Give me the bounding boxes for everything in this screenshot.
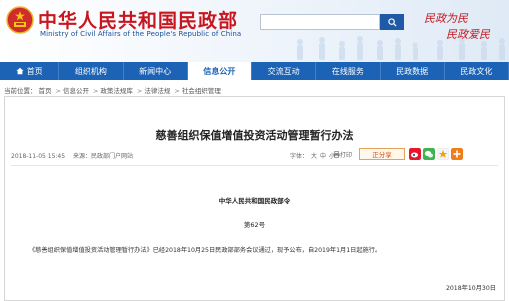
print-button[interactable]: 打印 [333,150,352,159]
breadcrumb-prefix: 当前位置： [4,87,37,95]
decree-number: 第62号 [243,221,266,229]
wechat-icon[interactable] [423,148,435,160]
plus-icon[interactable] [451,148,463,160]
nav-item-interaction[interactable]: 交流互动 [252,62,317,80]
breadcrumb-link[interactable]: 首页 [39,87,52,95]
weibo-icon[interactable] [409,148,421,160]
breadcrumb-separator: > [55,87,61,95]
breadcrumb-link[interactable]: 法律法规 [144,87,170,95]
font-size-switcher: 字体：大中小 [290,151,338,160]
qzone-icon[interactable] [437,148,449,160]
search-button[interactable] [380,14,404,30]
font-size-medium[interactable]: 中 [320,153,326,160]
search-input[interactable] [260,14,380,30]
slogan-line2: 民政爱民 [446,28,490,41]
share-button[interactable]: 正分享 [359,148,405,160]
nav-item-civil-data[interactable]: 民政数据 [381,62,445,80]
home-icon [16,67,24,75]
site-header: 中华人民共和国民政部 Ministry of Civil Affairs of … [0,0,509,62]
print-label: 打印 [340,152,353,159]
site-subtitle: Ministry of Civil Affairs of the People'… [40,30,242,38]
article-body: 《慈善组织保值增值投资活动管理暂行办法》已经2018年10月25日民政部部务会议… [29,247,382,254]
breadcrumb: 当前位置： 首页 > 信息公开 > 政策法规库 > 法律法规 > 社会组织管理 [4,85,223,95]
breadcrumb-link[interactable]: 社会组织管理 [182,87,221,95]
article-source: 来源：民政部门户网站 [73,153,134,160]
breadcrumb-separator: > [92,87,99,95]
article-panel: 慈善组织保值增值投资活动管理暂行办法 2018-11-05 15:45 来源：民… [4,96,505,301]
breadcrumb-link[interactable]: 信息公开 [63,87,89,95]
search-icon [387,17,397,27]
main-nav: 首页 组织机构 新闻中心 信息公开 交流互动 在线服务 民政数据 民政文化 [0,62,509,80]
breadcrumb-separator: > [136,87,143,95]
nav-item-online-service[interactable]: 在线服务 [316,62,381,80]
nav-item-home[interactable]: 首页 [0,62,60,80]
font-size-large[interactable]: 大 [311,153,317,160]
article-title: 慈善组织保值增值投资活动管理暂行办法 [155,129,354,142]
signing-date: 2018年10月30日 [445,285,496,292]
nav-item-civil-culture[interactable]: 民政文化 [445,62,509,80]
meta-divider [11,165,498,166]
slogan-line1: 民政为民 [424,12,468,25]
breadcrumb-link[interactable]: 政策法规库 [100,87,133,95]
site-title[interactable]: 中华人民共和国民政部 [38,6,238,33]
font-size-label: 字体： [290,153,309,160]
national-emblem-icon [6,6,34,34]
print-icon [333,151,340,158]
breadcrumb-separator: > [174,87,180,95]
nav-item-info-disclosure[interactable]: 信息公开 [187,62,252,80]
nav-item-organization[interactable]: 组织机构 [59,62,124,80]
article-meta: 2018-11-05 15:45 来源：民政部门户网站 [11,151,139,160]
nav-item-news[interactable]: 新闻中心 [124,62,188,80]
nav-item-label: 首页 [26,66,43,76]
decree-issuer: 中华人民共和国民政部令 [218,197,291,205]
publish-date: 2018-11-05 15:45 [11,153,66,160]
